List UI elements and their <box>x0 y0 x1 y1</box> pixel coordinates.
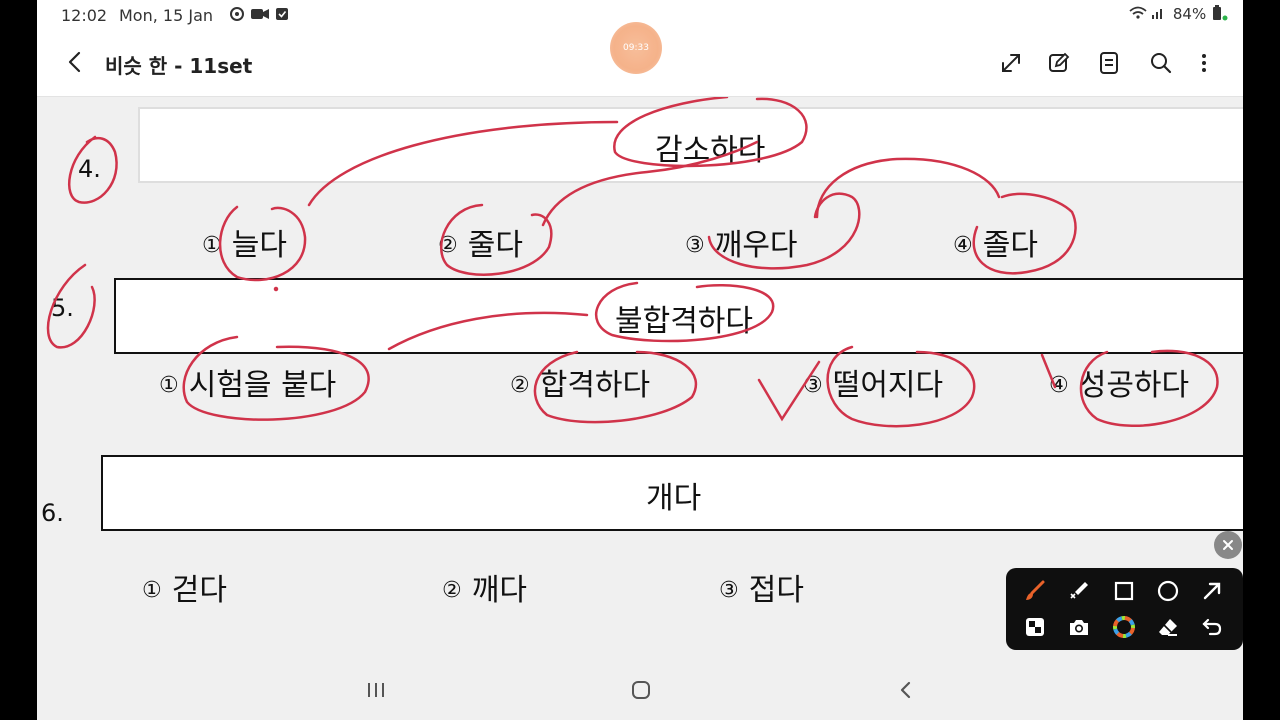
battery-icon <box>1213 5 1228 21</box>
notification-icon-row <box>230 7 288 21</box>
eraser-tool[interactable] <box>1153 612 1183 642</box>
color-picker-tool[interactable] <box>1109 612 1139 642</box>
question-word: 개다 <box>646 481 702 516</box>
question-word-box: 불합격하다 <box>114 278 1243 354</box>
status-date: Mon, 15 Jan <box>119 6 214 25</box>
notification-icons <box>229 5 295 27</box>
mosaic-tool[interactable] <box>1020 612 1050 642</box>
option: ③ 접다 <box>719 573 804 608</box>
status-right: 84% <box>1128 5 1229 23</box>
question-word-box: 개다 <box>101 455 1243 531</box>
close-pen-toolbar-button[interactable] <box>1214 531 1242 559</box>
option: ② 줄다 <box>438 228 523 263</box>
undo-tool[interactable] <box>1197 612 1227 642</box>
question-word-box: 감소하다 <box>138 107 1243 183</box>
edit-icon <box>1049 52 1070 72</box>
eraser-pen-tool[interactable] <box>1064 576 1094 606</box>
recording-time: 09:33 <box>623 43 649 53</box>
brush-tool[interactable] <box>1020 576 1050 606</box>
home-icon <box>632 681 650 699</box>
option: ④ 졸다 <box>953 228 1038 263</box>
document-title: 비슷 한 - 11set <box>105 54 253 78</box>
search-icon <box>1151 53 1172 74</box>
nav-back-button[interactable] <box>886 674 926 706</box>
option: ② 깨다 <box>442 573 527 608</box>
camera-icon <box>1070 620 1088 635</box>
back-button[interactable] <box>61 48 89 76</box>
expand-icon <box>1002 54 1020 72</box>
wifi-signal-icon <box>1129 6 1163 19</box>
document-icon <box>1100 52 1118 74</box>
recording-timer-badge[interactable]: 09:33 <box>610 22 662 74</box>
pen-toolbar <box>1006 568 1243 650</box>
option: ④ 성공하다 <box>1049 368 1190 403</box>
close-icon <box>1223 540 1233 550</box>
option: ③ 떨어지다 <box>803 368 944 403</box>
tablet-screen: 12:02 Mon, 15 Jan 84% 비슷 한 - 11set 09:33… <box>37 0 1243 720</box>
option: ① 시험을 붙다 <box>159 368 337 403</box>
search-button[interactable] <box>1146 48 1176 78</box>
eraser-icon <box>1159 619 1177 636</box>
question-word: 불합격하다 <box>615 304 753 339</box>
question-number: 5. <box>51 294 74 322</box>
system-navigation-bar <box>37 660 1243 720</box>
recents-icon <box>368 683 384 697</box>
question-word: 감소하다 <box>655 133 766 168</box>
arrow-icon <box>1203 582 1221 600</box>
back-icon <box>900 681 911 699</box>
option: ③ 깨우다 <box>685 228 798 263</box>
more-options-button[interactable] <box>1189 48 1219 78</box>
chevron-left-icon <box>68 51 81 73</box>
circle-icon <box>1157 580 1179 602</box>
recents-button[interactable] <box>356 674 396 706</box>
expand-button[interactable] <box>996 48 1026 78</box>
eraser-pen-icon <box>1070 582 1088 599</box>
question-number: 4. <box>78 155 101 183</box>
screenshot-tool[interactable] <box>1064 612 1094 642</box>
battery-percent: 84% <box>1172 5 1207 23</box>
circle-tool[interactable] <box>1153 576 1183 606</box>
color-wheel-icon <box>1113 616 1135 638</box>
undo-icon <box>1202 618 1222 636</box>
mosaic-icon <box>1026 618 1044 636</box>
option: ① 늘다 <box>202 228 287 263</box>
rectangle-icon <box>1114 581 1134 601</box>
option: ② 합격하다 <box>510 368 651 403</box>
arrow-tool[interactable] <box>1197 576 1227 606</box>
option: ① 걷다 <box>142 573 227 608</box>
document-button[interactable] <box>1094 48 1124 78</box>
brush-icon <box>1026 580 1045 600</box>
rectangle-tool[interactable] <box>1109 576 1139 606</box>
edit-button[interactable] <box>1044 48 1074 78</box>
home-button[interactable] <box>621 674 661 706</box>
question-number: 6. <box>41 499 64 527</box>
status-time: 12:02 <box>61 6 108 25</box>
more-vertical-icon <box>1202 54 1206 72</box>
